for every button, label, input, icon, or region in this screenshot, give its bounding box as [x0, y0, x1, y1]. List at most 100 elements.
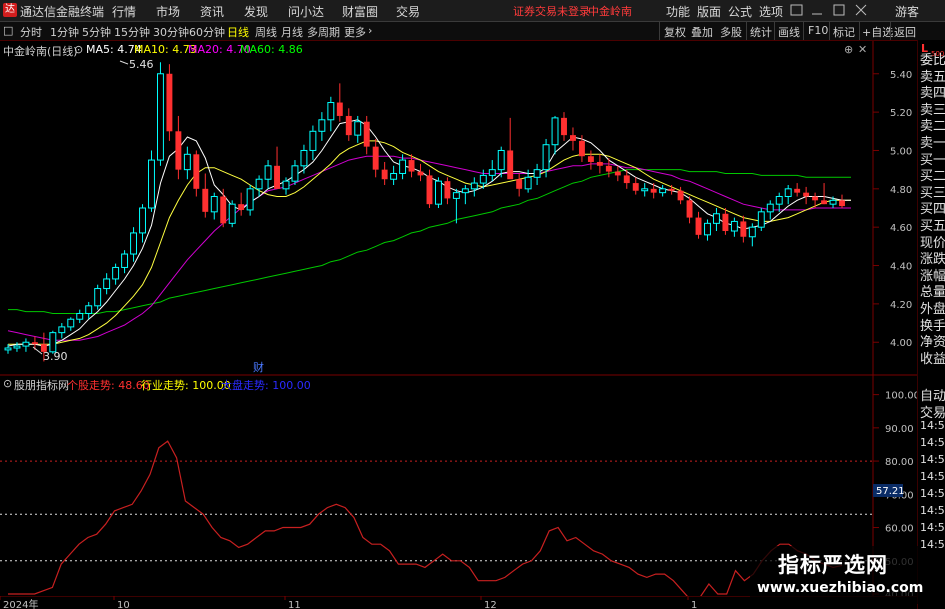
menu-hangqing[interactable]: 行情 [112, 3, 136, 20]
candle[interactable] [327, 96, 335, 132]
period-30min[interactable]: 30分钟 [153, 24, 189, 40]
candle[interactable] [381, 161, 388, 185]
candle[interactable] [488, 160, 496, 182]
period-multi[interactable]: 多周期 [307, 24, 340, 40]
candle[interactable] [757, 208, 765, 232]
period-fenshi[interactable]: 分时 [20, 24, 42, 40]
candle[interactable] [730, 217, 738, 237]
period-monthly[interactable]: 月线 [281, 24, 303, 40]
candle[interactable] [821, 183, 828, 205]
candle[interactable] [533, 163, 541, 185]
candle[interactable] [659, 184, 667, 197]
menu-gongneng[interactable]: 功能 [666, 3, 690, 20]
candle[interactable] [461, 184, 469, 205]
candle[interactable] [175, 115, 182, 180]
candle[interactable] [766, 200, 774, 220]
candle[interactable] [551, 115, 559, 155]
candle[interactable] [130, 227, 138, 262]
candle[interactable] [775, 192, 783, 212]
menu-shichang[interactable]: 市场 [156, 3, 180, 20]
tool-fuquan[interactable]: 复权 [664, 24, 686, 40]
tool-back[interactable]: 返回 [894, 24, 916, 40]
candle[interactable] [264, 160, 272, 189]
candle[interactable] [740, 215, 747, 243]
candle[interactable] [596, 154, 603, 174]
candle[interactable] [426, 169, 433, 208]
tool-f10[interactable]: F10 [808, 24, 828, 37]
candle[interactable] [238, 192, 245, 216]
chevron-right-icon[interactable]: › [368, 24, 372, 37]
candle[interactable] [614, 165, 621, 182]
candle[interactable] [417, 163, 424, 182]
candle[interactable] [156, 62, 164, 166]
candle[interactable] [372, 138, 379, 178]
tool-diejia[interactable]: 叠加 [691, 24, 713, 40]
candle[interactable] [507, 117, 514, 180]
chevron-down-icon[interactable]: ⊙ [74, 43, 83, 56]
candle[interactable] [578, 135, 585, 162]
close-icon[interactable] [855, 4, 867, 16]
candle[interactable] [193, 150, 200, 197]
candle[interactable] [784, 184, 792, 205]
tool-duogu[interactable]: 多股 [720, 24, 742, 40]
candle[interactable] [220, 188, 227, 228]
menu-jiaoyi[interactable]: 交易 [396, 3, 420, 20]
candle[interactable] [444, 177, 451, 205]
period-1min[interactable]: 1分钟 [50, 24, 79, 40]
skin-icon[interactable] [790, 4, 803, 16]
tool-huaxian[interactable]: 画线 [778, 24, 800, 40]
candle[interactable] [210, 192, 218, 220]
period-weekly[interactable]: 周线 [255, 24, 277, 40]
candle[interactable] [255, 175, 263, 197]
period-checkbox-icon[interactable]: □ [3, 24, 13, 37]
candle[interactable] [641, 183, 649, 197]
candle[interactable] [246, 184, 254, 216]
candle[interactable] [85, 301, 93, 320]
candle[interactable] [748, 223, 756, 247]
candle[interactable] [704, 219, 711, 241]
candle[interactable] [712, 208, 720, 232]
candle[interactable] [570, 127, 576, 151]
candle[interactable] [76, 309, 84, 324]
tool-add-watchlist[interactable]: +自选 [862, 24, 893, 40]
candle[interactable] [470, 177, 478, 197]
finance-event-marker[interactable]: 财 [253, 360, 264, 374]
candle[interactable] [274, 146, 280, 189]
candles[interactable] [4, 62, 845, 362]
period-60min[interactable]: 60分钟 [189, 24, 225, 40]
candle[interactable] [839, 194, 845, 208]
candle[interactable] [587, 150, 594, 170]
candle[interactable] [58, 323, 66, 339]
candle[interactable] [561, 112, 567, 141]
candle[interactable] [300, 144, 308, 174]
kline-chart[interactable]: 5.40 5.20 5.00 4.80 4.60 4.40 4.20 4.00 5.46 3.… [0, 41, 917, 376]
candle[interactable] [345, 108, 352, 141]
candle[interactable] [13, 342, 21, 352]
candle[interactable] [336, 83, 343, 122]
guest-button[interactable]: 游客 [895, 3, 919, 20]
candle[interactable] [452, 188, 460, 224]
menu-xuanxiang[interactable]: 选项 [759, 3, 783, 20]
indicator-settings-icon[interactable]: ⊙ [3, 377, 12, 390]
candle[interactable] [291, 160, 299, 185]
candle[interactable] [148, 150, 155, 212]
candle[interactable] [309, 125, 317, 161]
period-more[interactable]: 更多 [344, 24, 366, 40]
menu-wenxiaoda[interactable]: 问小达 [288, 3, 324, 20]
candle[interactable] [103, 273, 111, 295]
candle[interactable] [22, 338, 30, 352]
maximize-icon[interactable] [833, 4, 845, 16]
candle[interactable] [139, 204, 146, 243]
trade-login-notice[interactable]: 证券交易未登录 [513, 3, 590, 19]
candle[interactable] [112, 263, 120, 285]
candle[interactable] [67, 317, 75, 331]
menu-zixun[interactable]: 资讯 [200, 3, 224, 20]
candle[interactable] [803, 186, 810, 205]
candle[interactable] [94, 284, 102, 310]
candle[interactable] [202, 173, 209, 218]
tool-biaoji[interactable]: 标记 [833, 24, 855, 40]
candle[interactable] [632, 177, 639, 195]
period-15min[interactable]: 15分钟 [114, 24, 150, 40]
menu-banmian[interactable]: 版面 [697, 3, 721, 20]
menu-caifuquan[interactable]: 财富圈 [342, 3, 378, 20]
